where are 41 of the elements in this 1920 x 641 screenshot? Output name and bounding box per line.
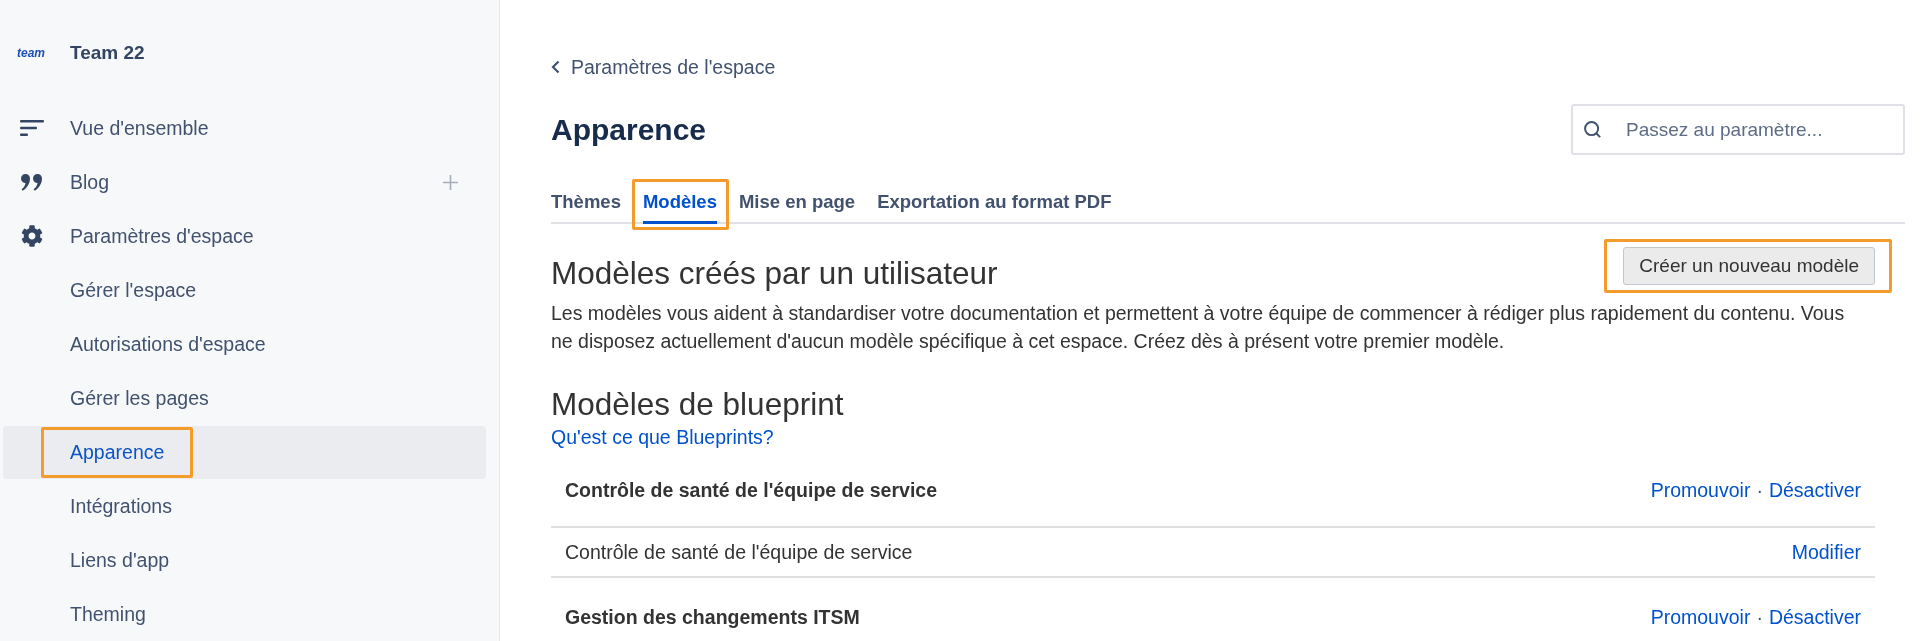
sidebar-item[interactable]: Intégrations: [3, 479, 486, 533]
plus-icon: [443, 174, 458, 190]
blueprint-name: Contrôle de santé de l'équipe de service: [565, 541, 913, 563]
sidebar-item[interactable]: Gérer l'espace: [3, 263, 486, 317]
lines-icon: [20, 120, 44, 136]
sidebar-item[interactable]: Paramètres d'espace: [3, 209, 486, 263]
section-heading: Modèles créés par un utilisateur: [551, 256, 998, 290]
blueprint-name: Gestion des changements ITSM: [565, 606, 860, 628]
page-title: Apparence: [551, 112, 707, 147]
action-link[interactable]: Modifier: [1791, 541, 1861, 563]
chevron-left-icon: [551, 60, 560, 74]
sidebar-item[interactable]: Vue d'ensemble: [3, 101, 486, 155]
dot-separator: ·: [1756, 606, 1763, 628]
sidebar-item[interactable]: Blog: [3, 155, 443, 209]
tab[interactable]: Thèmes: [551, 191, 621, 224]
action-link[interactable]: Désactiver: [1768, 479, 1861, 501]
create-template-button[interactable]: Créer un nouveau modèle: [1623, 247, 1875, 285]
quote-icon: [21, 173, 43, 191]
section-heading: Modèles de blueprint: [551, 387, 845, 421]
back-link[interactable]: Paramètres de l'espace: [551, 56, 1905, 78]
dot-separator: ·: [1756, 479, 1763, 501]
tab[interactable]: Modèles: [642, 191, 717, 224]
sidebar-item[interactable]: Liens d'app: [3, 533, 486, 587]
action-link[interactable]: Promouvoir: [1650, 606, 1751, 628]
help-link[interactable]: Qu'est ce que Blueprints?: [551, 426, 774, 448]
action-link[interactable]: Promouvoir: [1650, 479, 1751, 501]
team-logo: team: [17, 46, 45, 60]
sidebar-item[interactable]: Apparence: [3, 425, 486, 479]
blueprint-name: Contrôle de santé de l'équipe de service: [565, 479, 937, 501]
add-button[interactable]: [443, 174, 458, 190]
sidebar-item[interactable]: Theming: [3, 587, 486, 641]
space-name: Team 22: [70, 41, 145, 65]
sidebar-item[interactable]: Gérer les pages: [3, 371, 486, 425]
settings-icon: [21, 225, 43, 247]
search-icon: [1584, 121, 1601, 138]
description-text: Les modèles vous aident à standardiser votre documentation et permettent à votre équipe de commencer à rédiger plus rapidement du contenu. Vous ne disposez actuellement d'aucun modèle spécifique à cet espace. Créez dès à présent votre premier modèle.: [551, 301, 1846, 354]
tab[interactable]: Mise en page: [738, 191, 856, 224]
tab[interactable]: Exportation au format PDF: [877, 191, 1112, 224]
sidebar-item[interactable]: Autorisations d'espace: [3, 317, 486, 371]
action-link[interactable]: Désactiver: [1768, 606, 1861, 628]
search-field[interactable]: Passez au paramètre...: [1571, 104, 1905, 155]
